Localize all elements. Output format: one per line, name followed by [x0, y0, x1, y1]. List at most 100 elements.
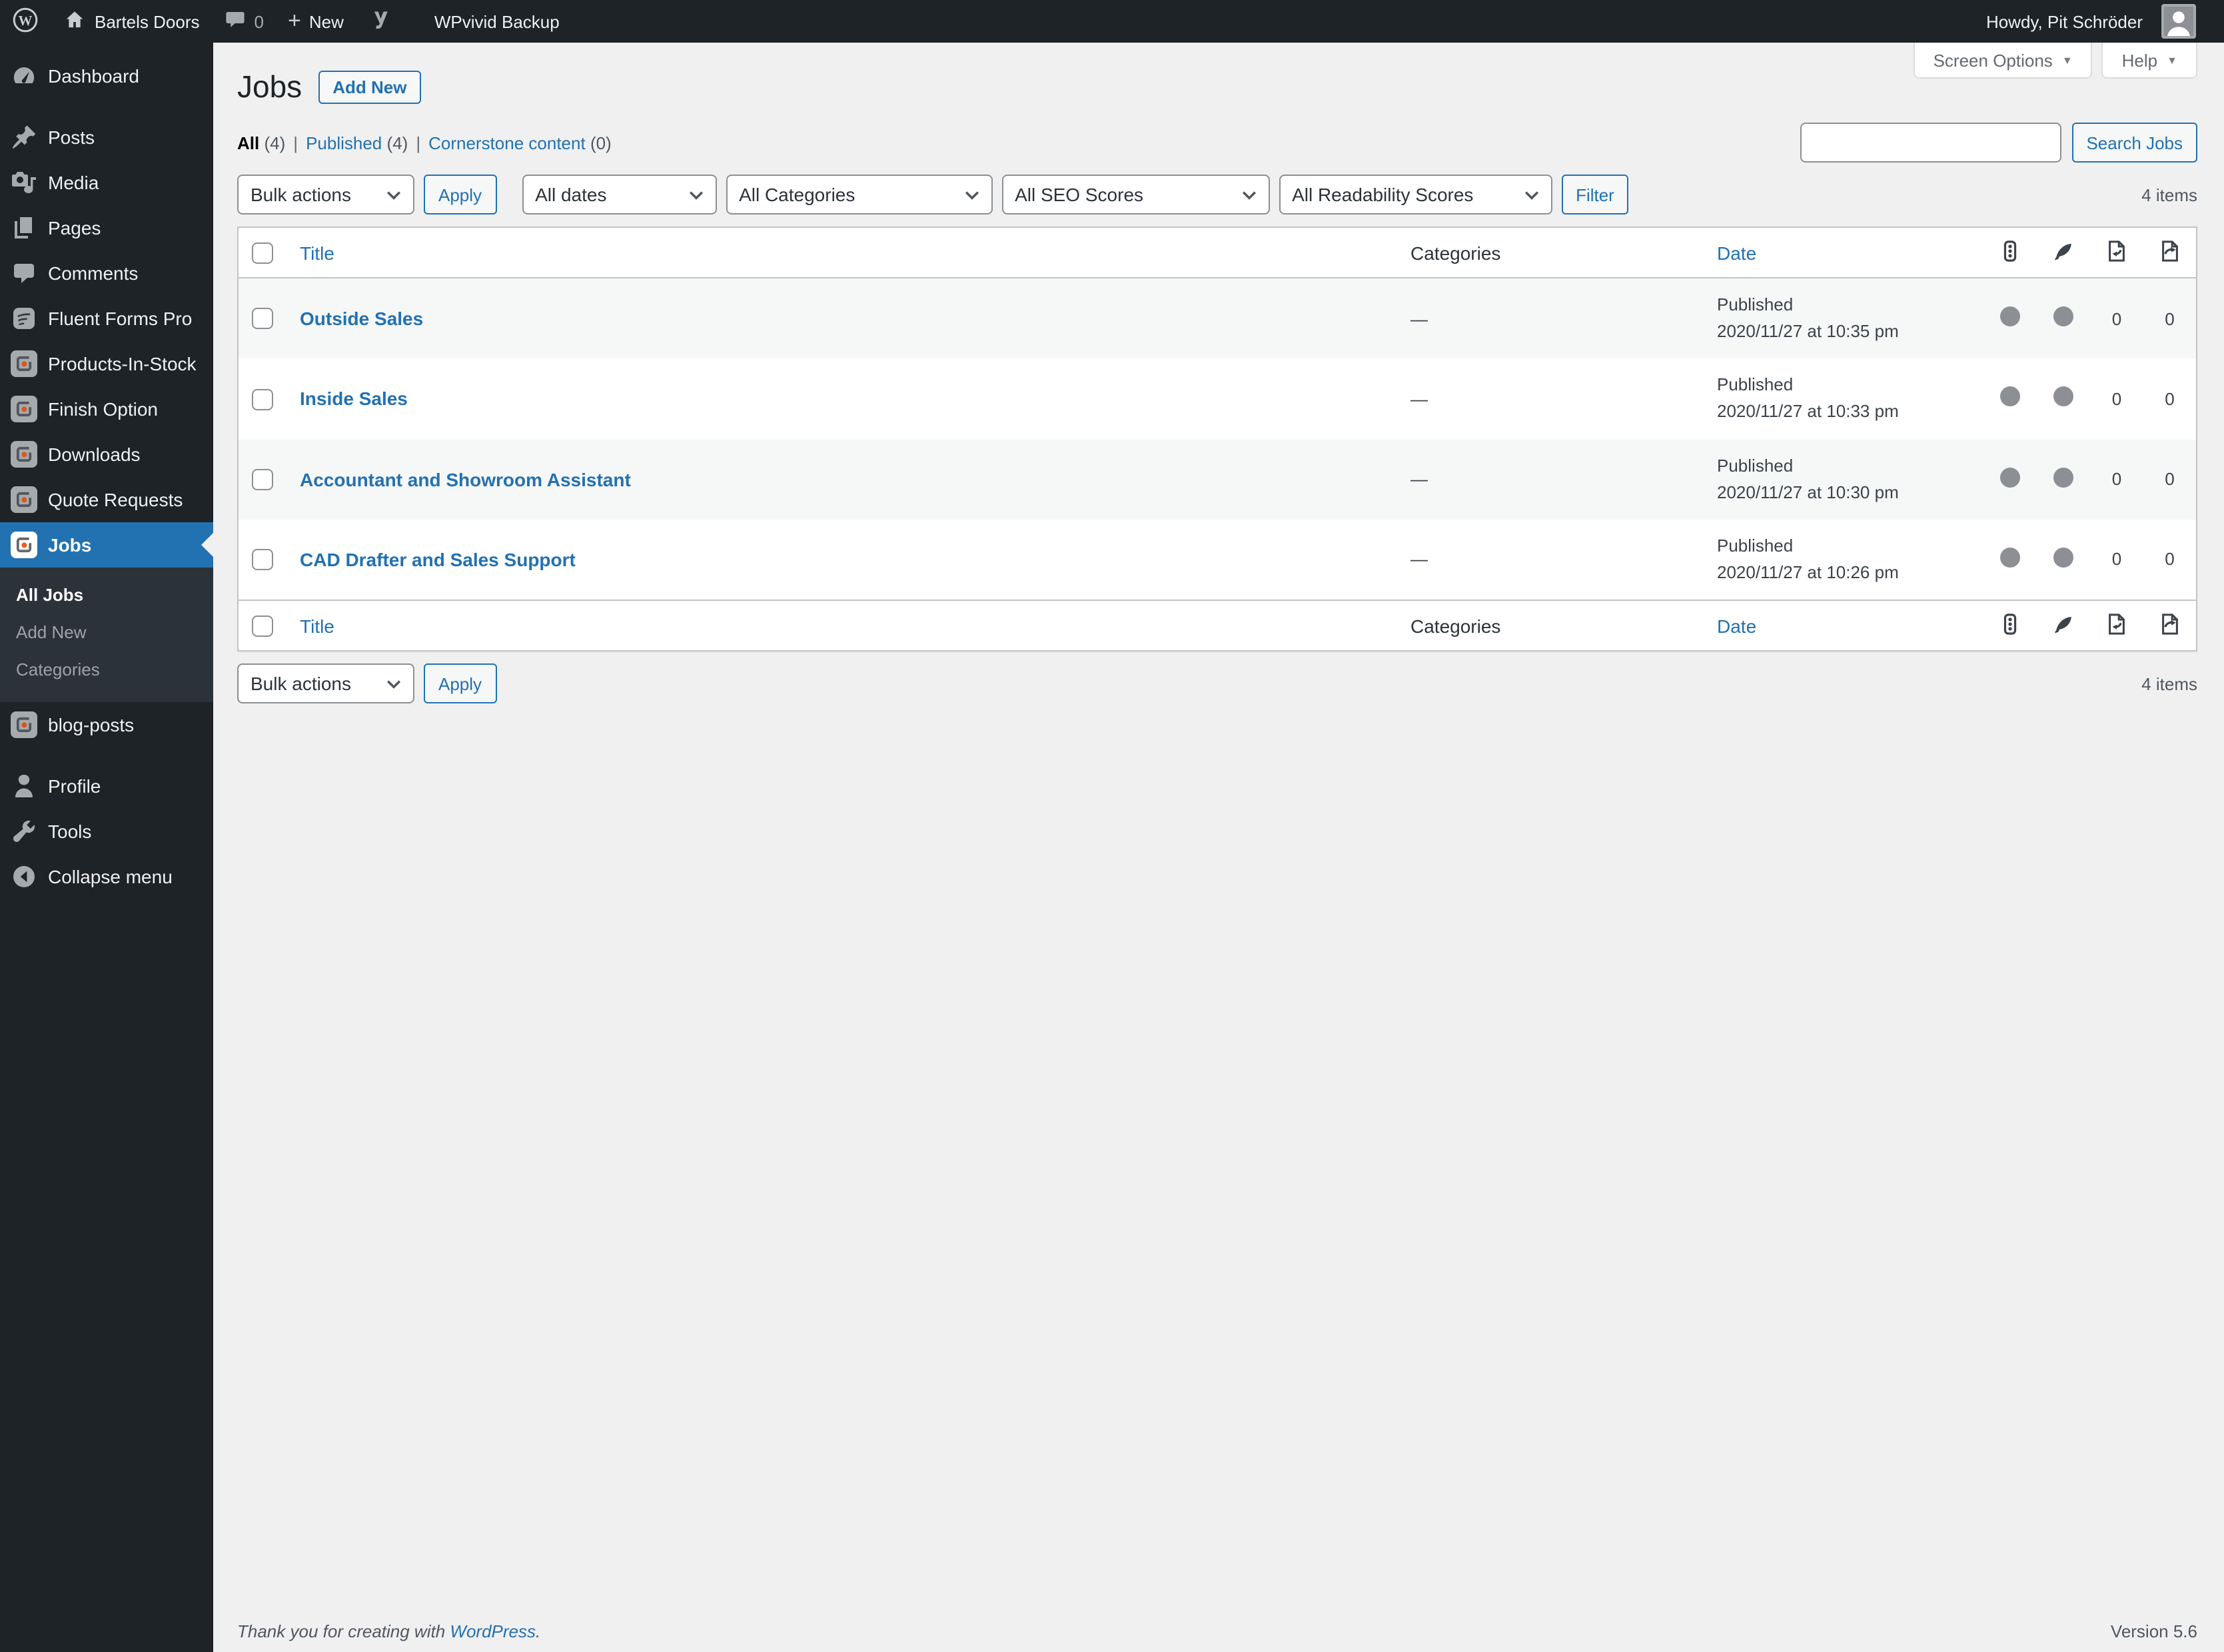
- comments-menu[interactable]: 0: [212, 0, 276, 43]
- search-jobs-button[interactable]: Search Jobs: [2071, 123, 2197, 163]
- sidebar-item-tools[interactable]: Tools: [0, 809, 213, 854]
- admin-sidebar: Dashboard Posts Media Pages Comments Flu…: [0, 43, 213, 1652]
- view-separator: |: [416, 133, 421, 153]
- table-row: Accountant and Showroom Assistant — Publ…: [238, 439, 2197, 520]
- job-title-link[interactable]: Inside Sales: [300, 388, 408, 410]
- cpt-icon: [0, 396, 48, 422]
- job-title-link[interactable]: Outside Sales: [300, 308, 423, 329]
- view-published-link[interactable]: Published: [306, 133, 382, 153]
- wordpress-link[interactable]: WordPress: [450, 1621, 536, 1641]
- view-cornerstone-link[interactable]: Cornerstone content: [428, 133, 586, 153]
- sidebar-item-media[interactable]: Media: [0, 160, 213, 205]
- wordpress-logo-menu[interactable]: W: [0, 0, 51, 43]
- row-checkbox[interactable]: [252, 468, 273, 490]
- outgoing-links-column-icon: [2159, 239, 2181, 262]
- collapse-menu-button[interactable]: Collapse menu: [0, 854, 213, 899]
- comments-icon: [0, 260, 48, 286]
- sidebar-item-pages[interactable]: Pages: [0, 205, 213, 250]
- wordpress-admin: W Bartels Doors 0 + New WPvivid Backup H…: [0, 0, 2224, 1652]
- job-title-link[interactable]: CAD Drafter and Sales Support: [300, 549, 576, 570]
- row-checkbox[interactable]: [252, 388, 273, 410]
- version-text: Version 5.6: [2110, 1621, 2197, 1641]
- categories-filter-value: All Categories: [739, 184, 855, 205]
- row-checkbox[interactable]: [252, 308, 273, 330]
- row-checkbox[interactable]: [252, 549, 273, 571]
- screen-options-button[interactable]: Screen Options ▼: [1913, 43, 2093, 79]
- table-row: CAD Drafter and Sales Support — Publishe…: [238, 520, 2197, 601]
- sidebar-item-jobs[interactable]: Jobs: [0, 522, 213, 568]
- categories-cell: —: [1410, 469, 1428, 490]
- view-published-count: (4): [386, 133, 408, 153]
- comments-count: 0: [254, 11, 264, 31]
- wpvivid-backup-menu[interactable]: WPvivid Backup: [422, 0, 572, 43]
- select-all-checkbox[interactable]: [252, 616, 273, 637]
- submenu-item-add-new[interactable]: Add New: [0, 614, 213, 651]
- items-count: 4 items: [2141, 185, 2197, 205]
- sidebar-item-fluent-forms[interactable]: Fluent Forms Pro: [0, 296, 213, 341]
- page-title: Jobs: [237, 69, 302, 104]
- footer-thanks: Thank you for creating with WordPress.: [237, 1621, 540, 1641]
- readability-scores-filter-select[interactable]: All Readability Scores: [1279, 175, 1552, 214]
- sidebar-label: Media: [48, 172, 99, 193]
- items-count: 4 items: [2141, 673, 2197, 694]
- help-label: Help: [2121, 50, 2158, 70]
- chevron-down-icon: [965, 191, 979, 199]
- sort-by-date[interactable]: Date: [1717, 242, 1756, 263]
- cpt-icon: [0, 441, 48, 468]
- sort-by-title[interactable]: Title: [300, 242, 334, 263]
- dashboard-icon: [0, 63, 48, 89]
- sidebar-label: Quote Requests: [48, 489, 183, 510]
- outgoing-links-column-icon: [2159, 612, 2181, 635]
- apply-button-bottom[interactable]: Apply: [424, 663, 497, 704]
- submenu-item-all-jobs[interactable]: All Jobs: [0, 577, 213, 614]
- sidebar-item-downloads[interactable]: Downloads: [0, 432, 213, 477]
- sidebar-item-finish-option[interactable]: Finish Option: [0, 386, 213, 432]
- help-button[interactable]: Help ▼: [2101, 43, 2197, 79]
- sidebar-item-dashboard[interactable]: Dashboard: [0, 53, 213, 99]
- site-name-menu[interactable]: Bartels Doors: [51, 0, 212, 43]
- select-all-checkbox[interactable]: [252, 242, 273, 264]
- categories-cell: —: [1410, 549, 1428, 570]
- sidebar-item-posts[interactable]: Posts: [0, 115, 213, 160]
- yoast-seo-menu[interactable]: [356, 0, 404, 43]
- sidebar-label: Tools: [48, 821, 92, 842]
- categories-filter-select[interactable]: All Categories: [726, 175, 993, 214]
- job-title-link[interactable]: Accountant and Showroom Assistant: [300, 468, 631, 490]
- categories-cell: —: [1410, 388, 1428, 409]
- add-new-button[interactable]: Add New: [318, 70, 422, 103]
- chevron-down-icon: [1242, 191, 1256, 199]
- sidebar-item-blog-posts[interactable]: blog-posts: [0, 702, 213, 747]
- avatar: [2161, 4, 2196, 39]
- readability-score-column-icon: [2052, 612, 2075, 635]
- incoming-links-count: 0: [2111, 549, 2122, 570]
- readability-score-dot: [2053, 547, 2073, 568]
- new-content-menu[interactable]: + New: [276, 0, 356, 43]
- bulk-actions-select-bottom[interactable]: Bulk actions: [237, 663, 414, 704]
- post-date: 2020/11/27 at 10:35 pm: [1717, 321, 1899, 342]
- howdy-text: Howdy, Pit Schröder: [1985, 11, 2143, 31]
- incoming-links-count: 0: [2111, 469, 2122, 490]
- chevron-down-icon: ▼: [2167, 54, 2177, 66]
- view-all-link[interactable]: All: [237, 133, 259, 153]
- readability-score-column-icon: [2052, 239, 2075, 262]
- user-icon: [0, 773, 48, 799]
- sidebar-item-quote-requests[interactable]: Quote Requests: [0, 477, 213, 522]
- post-date: 2020/11/27 at 10:30 pm: [1717, 482, 1899, 502]
- outgoing-links-count: 0: [2165, 469, 2175, 490]
- cpt-icon: [0, 350, 48, 377]
- home-icon: [63, 7, 87, 35]
- seo-scores-filter-select[interactable]: All SEO Scores: [1001, 175, 1270, 214]
- sort-by-date[interactable]: Date: [1717, 615, 1756, 636]
- dates-filter-select[interactable]: All dates: [522, 175, 717, 214]
- sidebar-item-comments[interactable]: Comments: [0, 250, 213, 296]
- sidebar-item-products-in-stock[interactable]: Products-In-Stock: [0, 341, 213, 386]
- submenu-item-categories[interactable]: Categories: [0, 651, 213, 689]
- account-menu[interactable]: Howdy, Pit Schröder: [1974, 0, 2208, 43]
- apply-button[interactable]: Apply: [424, 175, 497, 214]
- categories-column-header: Categories: [1410, 615, 1501, 637]
- bulk-actions-select[interactable]: Bulk actions: [237, 175, 414, 214]
- sidebar-item-profile[interactable]: Profile: [0, 763, 213, 809]
- sort-by-title[interactable]: Title: [300, 615, 334, 636]
- search-input[interactable]: [1800, 123, 2061, 163]
- filter-button[interactable]: Filter: [1561, 175, 1629, 214]
